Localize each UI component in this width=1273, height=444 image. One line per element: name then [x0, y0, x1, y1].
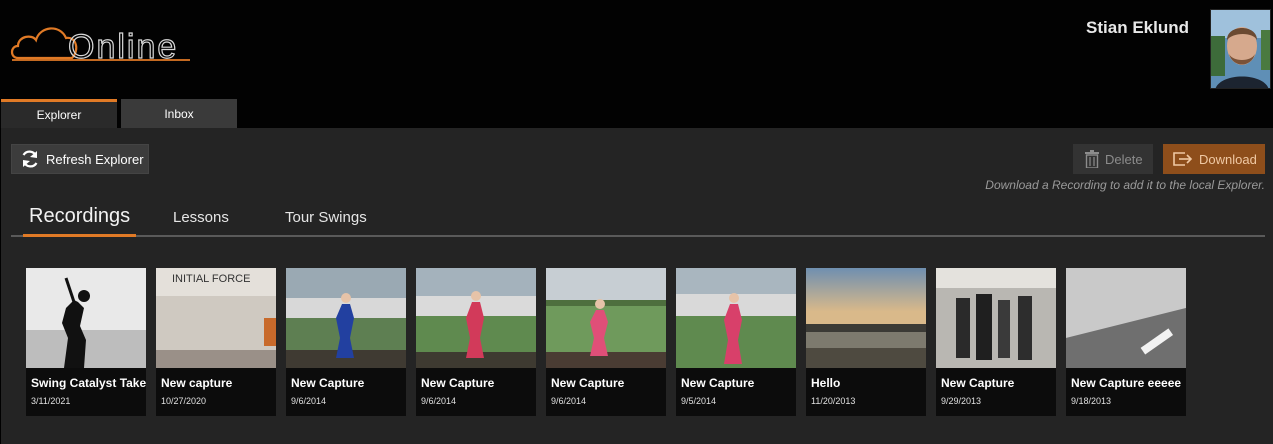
recording-thumbnail — [806, 268, 926, 368]
refresh-explorer-label: Refresh Explorer — [46, 151, 144, 167]
recording-date: 9/6/2014 — [551, 396, 587, 406]
svg-text:Online: Online — [68, 28, 178, 64]
online-logo: Online — [10, 27, 190, 64]
recording-card[interactable]: Swing Catalyst Take 3/11/2021 — [26, 268, 146, 416]
subtab-lessons[interactable]: Lessons — [173, 209, 229, 242]
thumbnail-brand-text: INITIAL FORCE — [172, 273, 250, 285]
recording-card[interactable]: New Capture 9/6/2014 — [286, 268, 406, 416]
download-hint: Download a Recording to add it to the lo… — [985, 178, 1265, 192]
trash-icon — [1085, 150, 1099, 168]
recording-thumbnail: INITIAL FORCE — [156, 268, 276, 368]
recording-date: 9/18/2013 — [1071, 396, 1112, 406]
recording-thumbnail — [676, 268, 796, 368]
recording-date: 11/20/2013 — [811, 396, 856, 406]
refresh-icon — [22, 150, 38, 168]
delete-label: Delete — [1105, 151, 1143, 167]
subtab-recordings[interactable]: Recordings — [23, 202, 137, 237]
recording-thumbnail — [936, 268, 1056, 368]
recording-date: 9/6/2014 — [421, 396, 457, 406]
recording-card[interactable]: New Capture eeeee 9/18/2013 — [1066, 268, 1186, 416]
recording-title: New Capture — [681, 376, 755, 390]
user-name: Stian Eklund — [1086, 18, 1189, 37]
recording-title: New Capture — [421, 376, 495, 390]
explorer-panel: Refresh Explorer Delete Download Downloa… — [1, 128, 1273, 444]
export-icon — [1173, 152, 1193, 166]
recording-date: 9/29/2013 — [941, 396, 982, 406]
refresh-explorer-button[interactable]: Refresh Explorer — [11, 144, 149, 174]
recording-date: 9/5/2014 — [681, 396, 717, 406]
recording-card[interactable]: New Capture 9/6/2014 — [546, 268, 666, 416]
recording-title: New Capture — [551, 376, 625, 390]
recording-thumbnail — [416, 268, 536, 368]
recording-date: 9/6/2014 — [291, 396, 327, 406]
recording-thumbnail — [1066, 268, 1186, 368]
recording-date: 3/11/2021 — [31, 396, 71, 406]
recording-title: New Capture — [291, 376, 365, 390]
recording-thumbnail — [286, 268, 406, 368]
recording-title: New Capture — [941, 376, 1015, 390]
tab-explorer[interactable]: Explorer — [1, 99, 117, 128]
recording-card[interactable]: New Capture 9/29/2013 — [936, 268, 1056, 416]
recording-title: New Capture eeeee — [1071, 376, 1182, 390]
download-button[interactable]: Download — [1163, 144, 1265, 174]
recording-thumbnail — [26, 268, 146, 368]
content-subtabs: Recordings Lessons Tour Swings — [11, 202, 1265, 237]
recording-date: 10/27/2020 — [161, 396, 207, 406]
recording-title: New capture — [161, 376, 233, 390]
tab-inbox[interactable]: Inbox — [121, 99, 237, 128]
recording-card[interactable]: Hello 11/20/2013 — [806, 268, 926, 416]
recording-card[interactable]: INITIAL FORCE New capture 10/27/2020 — [156, 268, 276, 416]
recording-thumbnail — [546, 268, 666, 368]
delete-button[interactable]: Delete — [1073, 144, 1153, 174]
download-label: Download — [1199, 151, 1257, 167]
subtab-tour-swings[interactable]: Tour Swings — [285, 209, 367, 242]
app-header: Online Stian Eklund Explorer Inbox — [0, 0, 1273, 128]
recording-title: Swing Catalyst Take — [31, 376, 146, 390]
recordings-grid: Swing Catalyst Take 3/11/2021 INITIAL FO… — [26, 268, 1186, 416]
recording-card[interactable]: New Capture 9/5/2014 — [676, 268, 796, 416]
main-tabs: Explorer Inbox — [1, 99, 237, 128]
user-avatar[interactable] — [1210, 9, 1271, 89]
recording-card[interactable]: New Capture 9/6/2014 — [416, 268, 536, 416]
recording-title: Hello — [811, 376, 841, 390]
